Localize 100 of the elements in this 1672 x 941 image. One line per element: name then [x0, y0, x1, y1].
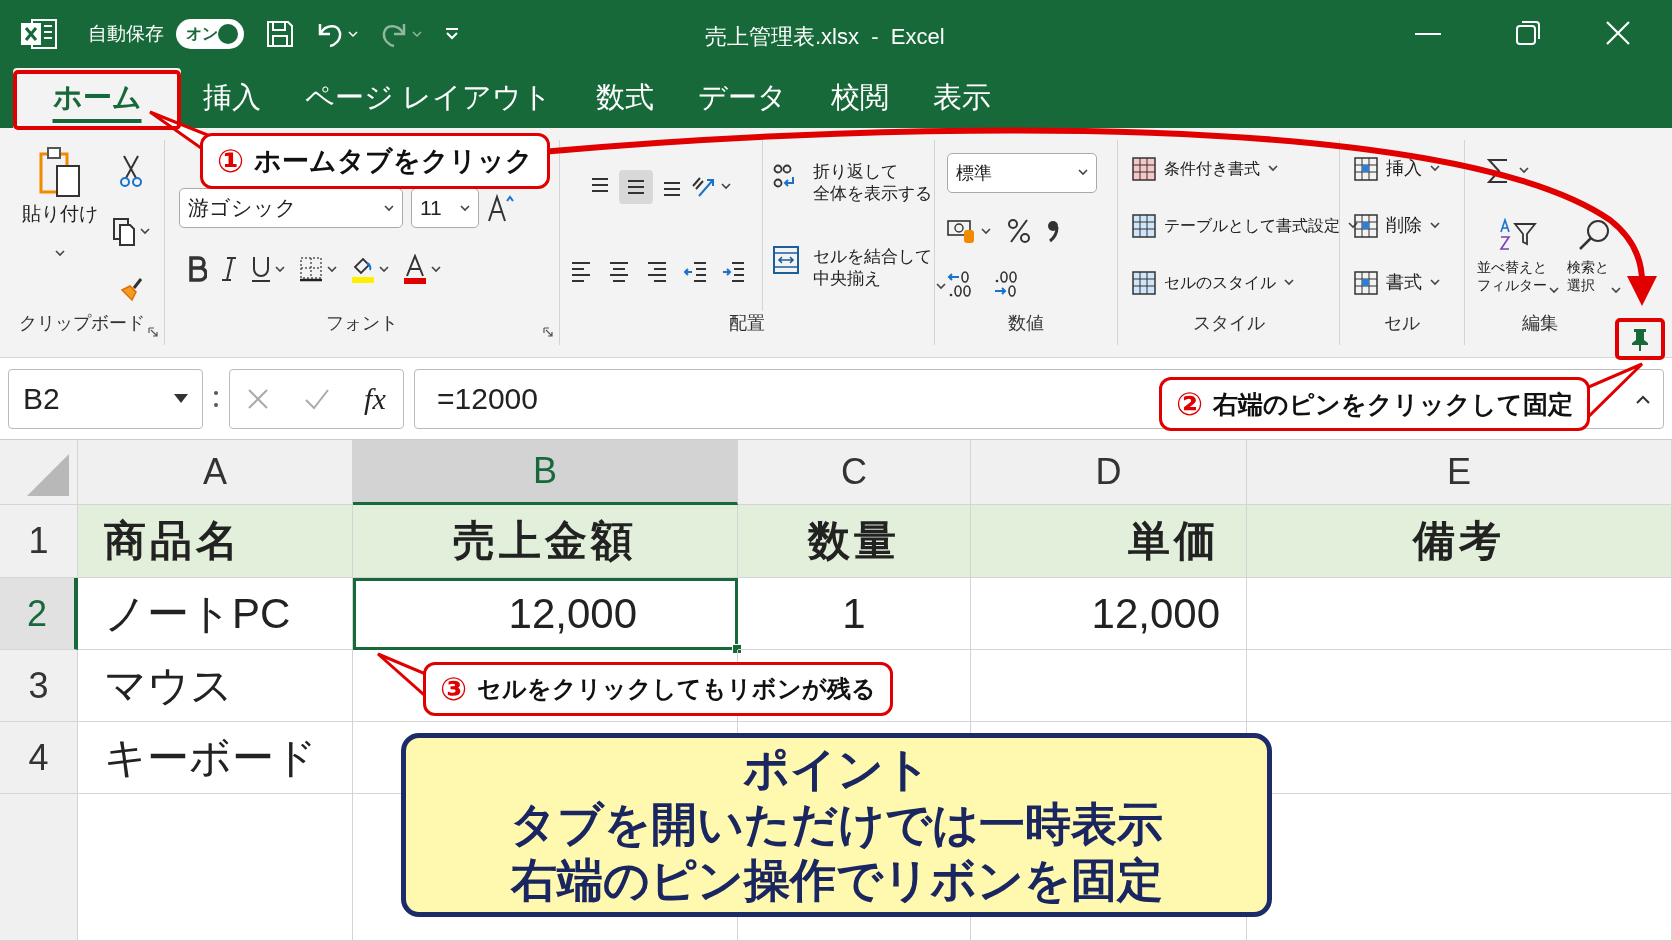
save-icon[interactable] [266, 20, 294, 48]
font-size-dropdown[interactable]: 11 [411, 188, 479, 228]
autosave-toggle[interactable]: オン [176, 19, 244, 49]
collapse-icon[interactable] [1635, 393, 1651, 404]
pin-ribbon-button[interactable] [1615, 318, 1665, 360]
accounting-format-icon[interactable] [947, 218, 975, 245]
fill-color-icon[interactable] [351, 255, 375, 283]
row-header[interactable]: 4 [0, 722, 78, 794]
sort-filter-icon[interactable] [1499, 217, 1537, 252]
borders-icon[interactable] [299, 256, 323, 282]
chevron-down-icon [384, 204, 394, 212]
italic-icon[interactable] [221, 256, 237, 282]
insert-cells-icon[interactable] [1354, 156, 1378, 181]
window-title: 売上管理表.xlsx - Excel [705, 23, 945, 51]
format-cells-icon[interactable] [1354, 270, 1378, 295]
number-format-dropdown[interactable]: 標準 [947, 152, 1097, 193]
step-number: ② [1176, 385, 1204, 423]
chevron-down-icon [431, 265, 441, 273]
decrease-decimal-icon[interactable] [993, 270, 1019, 299]
comma-style-icon[interactable] [1047, 219, 1059, 244]
font-color-icon[interactable] [403, 254, 427, 284]
find-select-button[interactable]: 検索と [1567, 257, 1609, 277]
cells-command[interactable]: 挿入 [1386, 157, 1422, 180]
font-name-dropdown[interactable]: 游ゴシック [179, 188, 403, 228]
sort-filter-button[interactable]: 並べ替えと [1477, 257, 1547, 277]
callout-text: ホームタブをクリック [254, 145, 534, 178]
ribbon-tab[interactable]: 表示 [911, 68, 1014, 128]
column-header[interactable]: A [78, 440, 353, 505]
increase-indent-icon[interactable] [722, 259, 744, 284]
sort-filter-button[interactable]: フィルター [1477, 276, 1547, 295]
step-number: ① [217, 142, 245, 180]
increase-decimal-icon[interactable] [947, 270, 973, 299]
chevron-down-icon [936, 283, 946, 291]
ribbon-tab[interactable]: データ [676, 68, 810, 128]
chevron-down-icon [140, 228, 150, 235]
format-painter-icon[interactable] [118, 275, 144, 304]
chevron-down-icon [1284, 279, 1294, 286]
dialog-launcher-icon[interactable] [148, 327, 158, 337]
merge-center-button[interactable]: セルを結合して [813, 246, 932, 269]
row-header[interactable]: 1 [0, 505, 78, 578]
close-icon[interactable] [1605, 20, 1631, 46]
horizontal-align-icon[interactable] [608, 259, 630, 284]
chevron-down-icon [379, 265, 389, 273]
row-header[interactable]: 3 [0, 650, 78, 722]
table-cell: 数量 [738, 505, 971, 578]
percent-icon[interactable] [1007, 218, 1031, 245]
search-icon[interactable] [1577, 217, 1611, 252]
paste-icon[interactable] [39, 146, 81, 198]
ribbon-tab[interactable]: 校閲 [809, 68, 912, 128]
delete-cells-icon[interactable] [1354, 213, 1378, 238]
find-select-button[interactable]: 選択 [1567, 276, 1609, 295]
ribbon-tab[interactable]: ページ レイアウト [283, 68, 575, 128]
horizontal-align-icon[interactable] [646, 259, 668, 284]
ribbon-tab[interactable]: 挿入 [181, 68, 283, 128]
row-header[interactable]: 2 [0, 578, 78, 650]
bold-icon[interactable] [189, 256, 207, 282]
fill-handle[interactable] [732, 644, 742, 654]
spreadsheet-logo-icon[interactable] [20, 17, 58, 51]
restore-icon[interactable] [1515, 20, 1541, 46]
style-command[interactable]: セルのスタイル [1164, 272, 1276, 293]
autosum-icon[interactable] [1487, 156, 1509, 185]
chevron-down-icon [981, 228, 991, 235]
more-options-icon[interactable] [213, 388, 219, 409]
chevron-down-icon [1519, 167, 1529, 175]
customize-toolbar-icon[interactable] [444, 26, 460, 42]
wrap-text-button[interactable]: 折り返して [813, 160, 932, 183]
paste-label[interactable]: 貼り付け [22, 202, 98, 227]
style-command[interactable]: 条件付き書式 [1164, 158, 1260, 179]
pin-icon[interactable] [1630, 327, 1650, 351]
column-header[interactable]: D [971, 440, 1247, 505]
cells-command[interactable]: 削除 [1386, 214, 1422, 237]
decrease-indent-icon[interactable] [684, 259, 706, 284]
scissors-icon[interactable] [120, 153, 142, 188]
format-table-icon[interactable] [1132, 213, 1156, 238]
grow-font-icon[interactable] [487, 193, 515, 223]
merge-center-icon[interactable] [773, 246, 799, 275]
conditional-format-icon[interactable] [1132, 156, 1156, 181]
merge-center-button[interactable]: 中央揃え [813, 268, 932, 291]
name-box[interactable]: B2 [8, 368, 203, 429]
underline-icon[interactable] [251, 255, 271, 283]
column-header[interactable]: C [738, 440, 971, 505]
check-icon[interactable] [303, 387, 330, 410]
cells-command[interactable]: 書式 [1386, 271, 1422, 294]
column-header[interactable]: E [1247, 440, 1672, 505]
column-header[interactable]: B [353, 440, 738, 505]
horizontal-align-icon[interactable] [570, 259, 592, 284]
insert-function-button[interactable]: fx [364, 381, 386, 416]
dialog-launcher-icon[interactable] [543, 327, 553, 337]
ribbon-tab[interactable]: 数式 [574, 68, 677, 128]
minimize-icon[interactable] [1415, 33, 1441, 36]
chevron-down-icon [721, 183, 731, 191]
copy-icon[interactable] [112, 216, 136, 247]
cell-styles-icon[interactable] [1132, 270, 1156, 295]
vertical-align-button[interactable] [619, 169, 653, 204]
table-cell: 売上金額 [353, 505, 738, 578]
table-cell: キーボード [78, 722, 353, 794]
chevron-down-icon [1430, 165, 1440, 172]
wrap-text-button[interactable]: 全体を表示する [813, 182, 932, 205]
chevron-down-icon [460, 204, 470, 212]
style-command[interactable]: テーブルとして書式設定 [1164, 215, 1340, 236]
